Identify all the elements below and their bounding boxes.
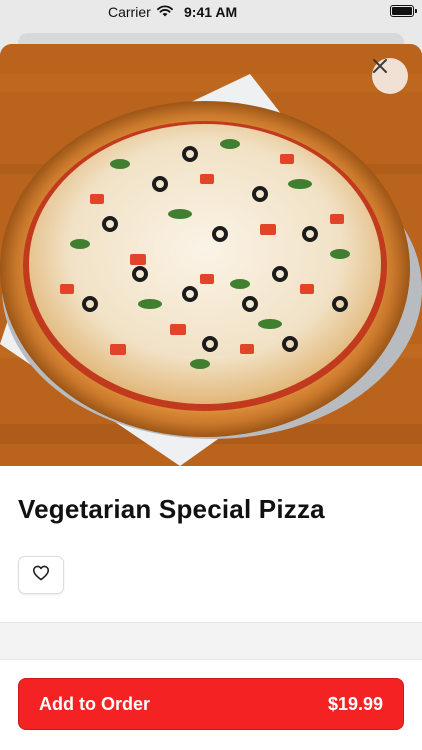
carrier-label: Carrier bbox=[108, 4, 151, 20]
battery-icon bbox=[390, 5, 417, 17]
status-time: 9:41 AM bbox=[184, 4, 238, 20]
carrier-group: Carrier bbox=[108, 4, 173, 20]
product-title: Vegetarian Special Pizza bbox=[18, 494, 325, 524]
add-to-order-label: Add to Order bbox=[39, 693, 150, 714]
add-to-order-button[interactable]: Add to Order $19.99 bbox=[18, 678, 404, 730]
wifi-icon bbox=[156, 4, 173, 20]
screen: Carrier 9:41 AM Vegetarian Special Pizza… bbox=[0, 0, 422, 750]
product-detail-sheet: Vegetarian Special Pizza Add to Order $1… bbox=[0, 44, 422, 750]
heart-outline-icon bbox=[32, 565, 50, 586]
price-label: $19.99 bbox=[327, 693, 383, 714]
close-button[interactable] bbox=[372, 58, 408, 94]
pizza-photo bbox=[0, 44, 422, 466]
section-divider bbox=[0, 622, 422, 660]
status-bar: Carrier 9:41 AM bbox=[0, 0, 422, 24]
favorite-button[interactable] bbox=[18, 556, 64, 594]
